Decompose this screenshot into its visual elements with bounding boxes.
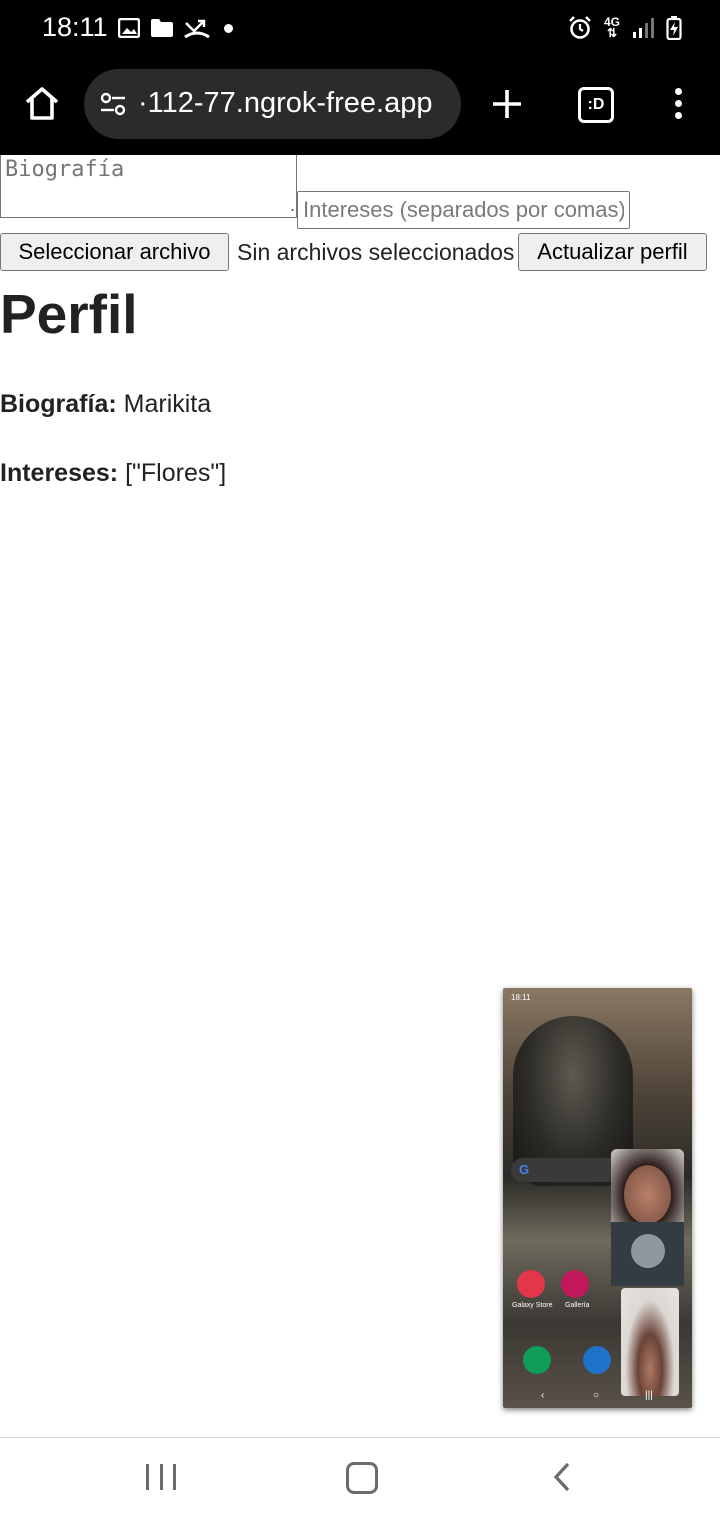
url-text[interactable]: ·112-77.ngrok-free.app xyxy=(138,87,432,120)
select-file-button[interactable]: Seleccionar archivo xyxy=(0,233,229,271)
status-time: 18:11 xyxy=(42,12,108,42)
galaxy-store-icon xyxy=(517,1270,545,1298)
pip-nav-bar: ‹ ○ ||| xyxy=(503,1390,692,1404)
pip-self-view xyxy=(621,1288,679,1396)
pip-recent-icon: ||| xyxy=(645,1390,653,1401)
more-menu-icon[interactable] xyxy=(672,88,684,124)
browser-toolbar: ·112-77.ngrok-free.app :D xyxy=(0,58,720,155)
bio-textarea[interactable] xyxy=(0,155,297,218)
gallery-icon xyxy=(118,18,140,38)
avatar xyxy=(631,1234,665,1268)
4g-data-icon: 4G ⇅ xyxy=(603,15,620,40)
tab-switcher-label: :D xyxy=(587,96,605,113)
recent-apps-icon[interactable] xyxy=(146,1464,176,1490)
phone-app-icon xyxy=(523,1346,551,1374)
status-bar: 18:11 4G ⇅ xyxy=(0,0,720,58)
pip-back-icon: ‹ xyxy=(541,1390,545,1401)
page-title: Perfil xyxy=(0,283,138,345)
interests-input[interactable] xyxy=(297,191,630,229)
interests-label: Intereses: xyxy=(0,459,119,487)
pip-app-label: Galaxy Store xyxy=(512,1302,553,1309)
pip-video-tile-participant xyxy=(611,1149,684,1225)
interests-row: Intereses: ["Flores"] xyxy=(0,459,226,488)
pip-home-icon: ○ xyxy=(593,1390,600,1401)
pip-status-bar: 18:11 xyxy=(503,988,692,1008)
missed-call-icon xyxy=(184,19,210,39)
battery-charging-icon xyxy=(666,16,682,40)
pip-status-time: 18:11 xyxy=(511,993,531,1002)
screen-share-pip[interactable]: 18:11 G Galaxy Store Gallería ‹ ○ ||| xyxy=(503,988,692,1408)
interests-value: ["Flores"] xyxy=(125,459,227,487)
tab-switcher-button[interactable]: :D xyxy=(578,87,614,123)
file-status-text: Sin archivos seleccionados xyxy=(237,239,515,265)
status-system-icons: 4G ⇅ xyxy=(568,14,682,42)
bio-value: Marikita xyxy=(123,390,212,418)
folder-icon xyxy=(151,19,173,37)
alarm-icon xyxy=(569,16,591,39)
home-button-icon[interactable] xyxy=(346,1462,378,1494)
home-icon[interactable] xyxy=(22,84,62,124)
system-nav-bar xyxy=(0,1437,720,1521)
network-label: 4G xyxy=(603,15,620,29)
url-bar[interactable]: ·112-77.ngrok-free.app xyxy=(84,69,461,139)
messages-app-icon xyxy=(583,1346,611,1374)
signal-icon xyxy=(633,18,654,38)
site-settings-icon[interactable] xyxy=(100,92,126,116)
pip-app-label: Gallería xyxy=(565,1302,590,1309)
google-icon: G xyxy=(519,1162,530,1177)
pip-search-bar: G xyxy=(511,1158,621,1182)
gallery-app-icon xyxy=(561,1270,589,1298)
dot-icon xyxy=(224,23,233,33)
bio-label: Biografía: xyxy=(0,390,117,418)
update-profile-button[interactable]: Actualizar perfil xyxy=(518,233,707,271)
new-tab-icon[interactable] xyxy=(490,87,524,121)
back-icon[interactable] xyxy=(552,1462,572,1492)
separator-dot: . xyxy=(290,195,296,215)
bio-row: Biografía: Marikita xyxy=(0,390,211,419)
status-notification-icons xyxy=(118,14,233,42)
pip-video-tile-avatar xyxy=(611,1222,684,1286)
